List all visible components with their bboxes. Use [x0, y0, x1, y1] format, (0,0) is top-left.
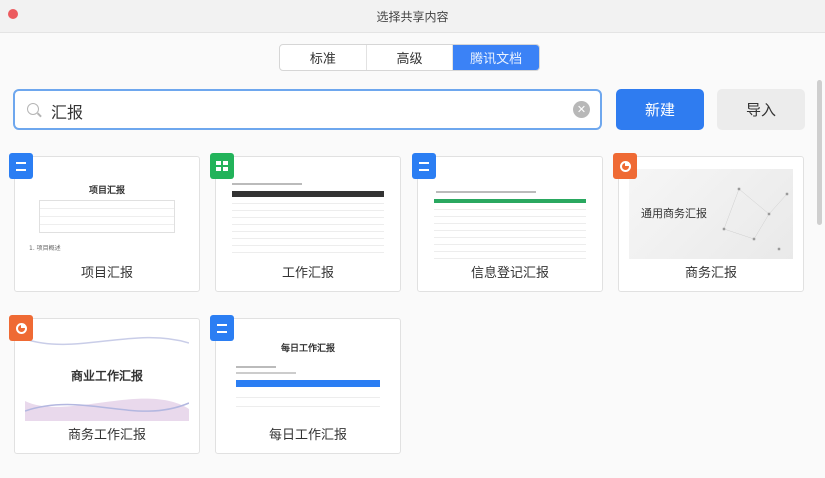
network-pattern	[722, 187, 789, 251]
slides-icon	[9, 315, 33, 341]
template-name: 商务工作汇报	[67, 428, 146, 443]
template-card-business-report[interactable]: 通用商务汇报 商务汇报	[613, 153, 804, 292]
template-thumbnail	[226, 169, 390, 259]
tab-advanced[interactable]: 高级	[367, 45, 454, 70]
search-icon	[27, 103, 39, 115]
scrollbar[interactable]	[817, 80, 822, 225]
thumbnail-title: 项目汇报	[88, 186, 125, 196]
template-card-business-work-report[interactable]: 商业工作汇报 商务工作汇报	[9, 315, 200, 454]
thumbnail-footer: 1. 项目概述	[29, 245, 61, 252]
window-title: 选择共享内容	[376, 10, 449, 24]
template-thumbnail: 项目汇报 1. 项目概述	[25, 169, 189, 259]
slides-icon	[613, 153, 637, 179]
template-name: 工作汇报	[281, 266, 334, 281]
sheet-icon	[210, 153, 234, 179]
template-name: 每日工作汇报	[268, 428, 347, 443]
thumbnail-title: 每日工作汇报	[280, 344, 335, 354]
new-button[interactable]: 新建	[616, 89, 704, 130]
template-thumbnail: 通用商务汇报	[629, 169, 793, 259]
template-thumbnail: 商业工作汇报	[25, 331, 189, 421]
tab-standard[interactable]: 标准	[280, 45, 367, 70]
tab-tencent-docs[interactable]: 腾讯文档	[453, 45, 539, 70]
source-tab-group: 标准 高级 腾讯文档	[279, 44, 540, 71]
template-card-work-report[interactable]: 工作汇报	[210, 153, 401, 292]
doc-icon	[412, 153, 436, 179]
search-input[interactable]	[49, 98, 573, 124]
template-name: 信息登记汇报	[470, 266, 549, 281]
doc-icon	[9, 153, 33, 179]
thumbnail-title: 商业工作汇报	[70, 369, 143, 383]
template-card-daily-report[interactable]: 每日工作汇报 每日工作汇报	[210, 315, 401, 454]
template-name: 商务汇报	[684, 266, 737, 281]
title-bar: 选择共享内容	[0, 0, 825, 33]
template-card-registration-report[interactable]: 信息登记汇报	[412, 153, 603, 292]
doc-icon	[210, 315, 234, 341]
thumbnail-table	[39, 200, 175, 233]
import-button[interactable]: 导入	[717, 89, 805, 130]
template-thumbnail	[428, 169, 592, 259]
search-box: ✕	[13, 89, 602, 130]
template-thumbnail: 每日工作汇报	[226, 331, 390, 421]
template-name: 项目汇报	[80, 266, 133, 281]
template-card-project-report[interactable]: 项目汇报 1. 项目概述 项目汇报	[9, 153, 200, 292]
clear-search-icon[interactable]: ✕	[573, 101, 590, 118]
